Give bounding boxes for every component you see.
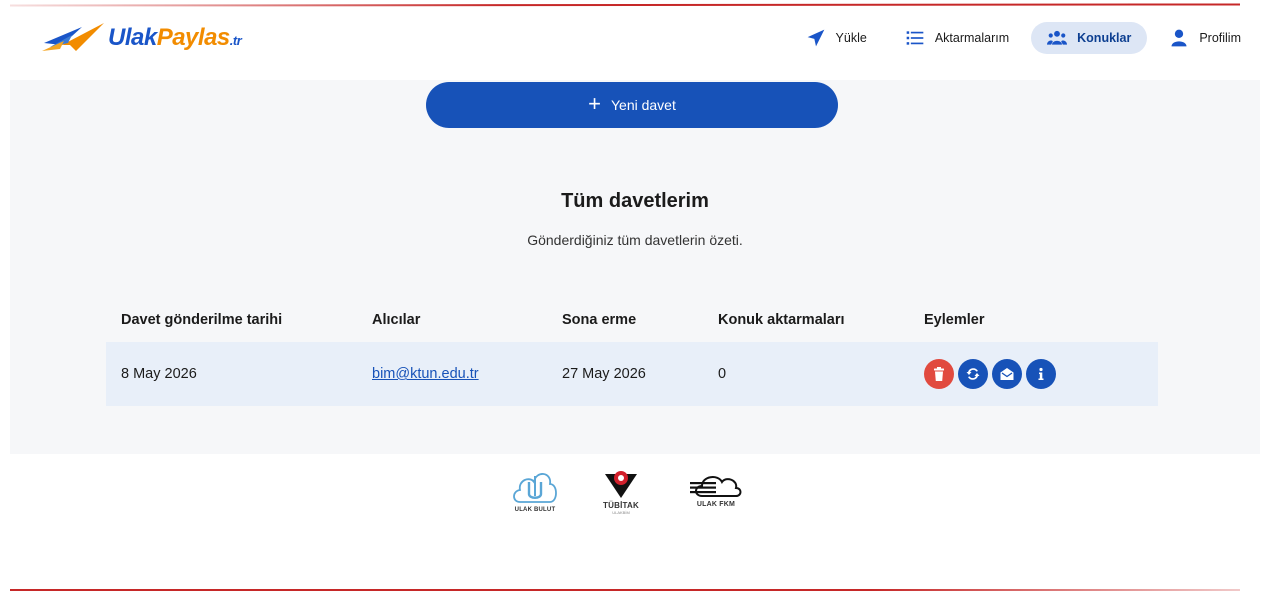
table-header: Davet gönderilme tarihi Alıcılar Sona er… [106,298,1158,342]
recipient-email-link[interactable]: bim@ktun.edu.tr [372,366,479,382]
bottom-divider [10,589,1240,591]
users-icon [1047,30,1068,45]
ulak-bulut-logo: ULAK BULUT [510,466,560,513]
brand-logo[interactable]: UlakPaylas.tr [42,21,242,55]
sync-icon [966,368,980,380]
info-button[interactable] [1026,359,1056,389]
resend-button[interactable] [958,359,988,389]
delete-button[interactable] [924,359,954,389]
invitations-table: Davet gönderilme tarihi Alıcılar Sona er… [106,298,1158,406]
table-row: 8 May 2026 bim@ktun.edu.tr 27 May 2026 0 [106,342,1158,406]
tubitak-emblem-icon [605,471,637,498]
nav-profile-label: Profilim [1199,31,1241,45]
column-header-guest-transfers: Konuk aktarmaları [718,312,845,328]
brand-paylas: Paylas [156,24,231,51]
top-divider [9,3,1241,7]
cell-actions [924,359,1158,389]
column-header-sent-date: Davet gönderilme tarihi [121,312,283,328]
new-invite-label: Yeni davet [610,97,676,113]
header: UlakPaylas.tr Yükle Aktarmalarım Konukla… [0,10,1265,80]
tubitak-sub-caption: ULAKBİM [612,510,630,515]
view-invitation-button[interactable] [992,359,1022,389]
nav-transfers[interactable]: Aktarmalarım [889,22,1025,54]
nav-guests[interactable]: Konuklar [1031,22,1148,54]
new-invite-button[interactable]: + Yeni davet [426,82,838,128]
cloud-lines-icon [690,476,742,497]
column-header-recipients: Alıcılar [372,312,421,328]
page-subtitle: Gönderdiğiniz tüm davetlerin özeti. [527,232,743,248]
cell-guest-transfers: 0 [718,366,727,382]
tubitak-caption: TÜBİTAK [603,501,639,510]
paper-plane-icon [807,29,824,47]
nav-upload[interactable]: Yükle [790,22,883,54]
cell-sent-date: 8 May 2026 [121,366,197,382]
cell-recipient: bim@ktun.edu.tr [372,366,562,382]
column-header-expiry: Sona erme [562,312,637,328]
envelope-open-icon [1000,368,1014,380]
main-nav: Yükle Aktarmalarım Konuklar Profilim [790,22,1257,54]
nav-profile[interactable]: Profilim [1153,22,1257,54]
nav-guests-label: Konuklar [1077,31,1132,45]
main-content: + Yeni davet Tüm davetlerim Gönderdiğini… [10,80,1260,454]
ulak-bulut-caption: ULAK BULUT [514,507,556,513]
trash-icon [934,367,944,381]
ulak-fkm-caption: ULAK FKM [696,501,736,508]
column-header-actions: Eylemler [924,312,985,328]
tubitak-logo: TÜBİTAK ULAKBİM [603,468,639,515]
brand-ulak: Ulak [108,24,157,51]
nav-transfers-label: Aktarmalarım [934,31,1010,45]
cloud-u-icon [513,473,557,503]
brand-tr: .tr [229,33,242,48]
list-icon [906,31,924,45]
page: UlakPaylas.tr Yükle Aktarmalarım Konukla… [0,0,1265,593]
user-icon [1171,29,1187,47]
row-actions [924,359,1158,389]
plus-icon: + [588,91,601,116]
footer: ULAK BULUT TÜBİTAK ULAKBİM ULAK FKM [0,462,1265,542]
page-title: Tüm davetlerim [561,190,709,212]
nav-upload-label: Yükle [835,31,867,45]
ulak-fkm-logo: ULAK FKM [688,470,744,508]
paper-plane-logo-icon [42,23,104,51]
brand-wordmark: UlakPaylas.tr [108,24,242,52]
info-icon [1038,367,1044,380]
cell-expiry: 27 May 2026 [562,366,646,382]
